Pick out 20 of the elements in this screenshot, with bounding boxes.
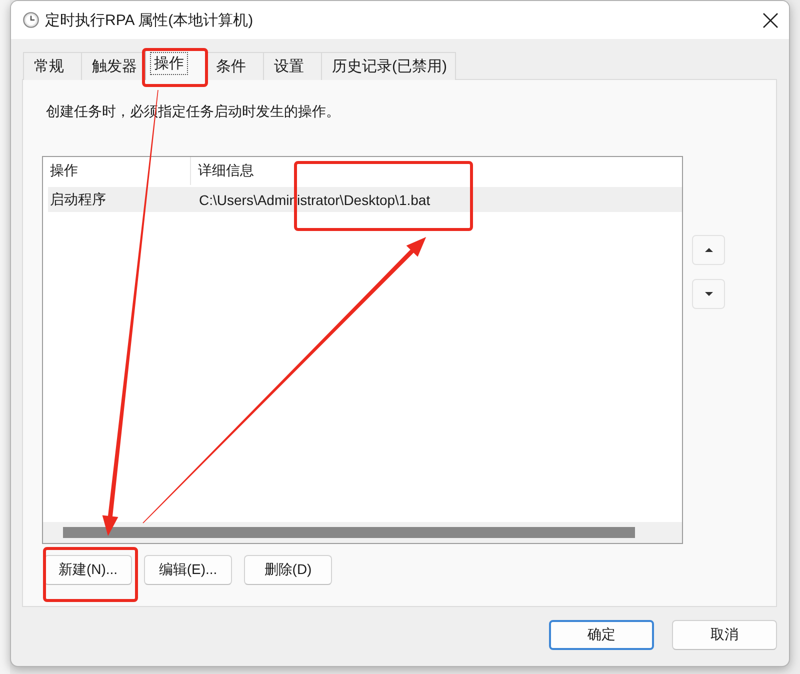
list-action-button[interactable]: 删除(D) [244,555,332,585]
list-action-button[interactable]: 编辑(E)... [144,555,232,585]
tab[interactable]: 设置 [263,52,322,80]
dialog-button[interactable]: 取消 [672,620,777,650]
table-cell-text: 启动程序 [49,190,107,208]
clock-icon [23,12,39,28]
close-icon [762,12,778,28]
tab[interactable]: 操作 [145,49,206,80]
scrollbar-thumb[interactable] [63,527,635,538]
tab[interactable]: 条件 [205,52,264,80]
dialog-button[interactable]: 确定 [549,620,654,650]
up-triangle-icon [704,248,712,252]
down-triangle-icon [704,292,712,296]
up-button[interactable] [692,235,725,265]
down-button[interactable] [692,279,725,309]
tab[interactable]: 历史记录(已禁用) [321,52,456,80]
tab[interactable]: 常规 [23,52,82,80]
list-action-button[interactable]: 新建(N)... [44,555,132,585]
window-title: 定时执行RPA 属性(本地计算机) [45,10,254,30]
column-header[interactable]: 详细信息 [191,157,682,185]
